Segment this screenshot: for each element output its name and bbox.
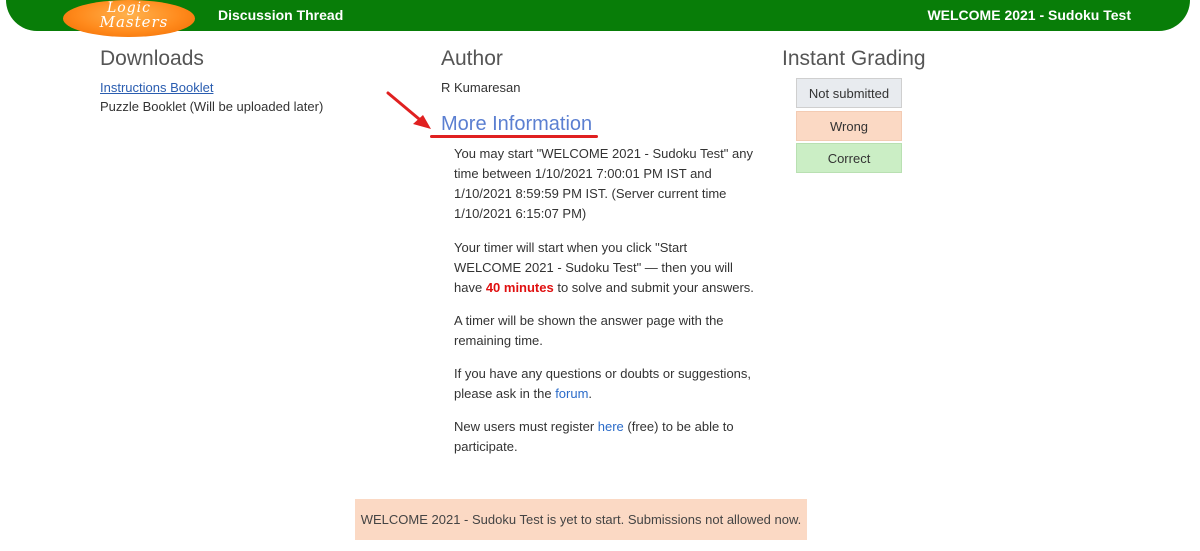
questions-text: If you have any questions or doubts or s… [454, 366, 752, 401]
legend-correct: Correct [796, 143, 902, 173]
contest-title: WELCOME 2021 - Sudoku Test [927, 7, 1131, 23]
status-banner: WELCOME 2021 - Sudoku Test is yet to sta… [355, 499, 807, 540]
annotation-underline [430, 135, 598, 138]
logo-text: Logic Masters [99, 0, 169, 31]
register-link[interactable]: here [598, 419, 624, 434]
remaining-time-text: A timer will be shown the answer page wi… [454, 313, 724, 348]
puzzle-booklet-text: Puzzle Booklet (Will be uploaded later) [100, 99, 324, 114]
downloads-heading: Downloads [100, 47, 204, 70]
annotation-arrow-icon [386, 91, 431, 129]
register-text: New users must register here (free) to b… [454, 419, 734, 454]
site-logo[interactable]: Logic Masters [63, 0, 195, 37]
duration-highlight: 40 minutes [485, 280, 554, 295]
legend-wrong: Wrong [796, 111, 902, 141]
instructions-booklet-link[interactable]: Instructions Booklet [100, 78, 213, 97]
legend-not-submitted: Not submitted [796, 78, 902, 108]
timer-text: Your timer will start when you click "St… [454, 240, 754, 295]
author-heading: Author [441, 47, 503, 70]
instant-grading-heading: Instant Grading [782, 47, 926, 70]
more-information-body: You may start "WELCOME 2021 - Sudoku Tes… [454, 144, 754, 470]
discussion-thread-link[interactable]: Discussion Thread [218, 7, 343, 23]
start-window-text: You may start "WELCOME 2021 - Sudoku Tes… [454, 146, 753, 221]
header-bar: Logic Masters Discussion Thread WELCOME … [6, 0, 1190, 37]
author-name: R Kumaresan [441, 80, 521, 95]
more-information-heading: More Information [441, 113, 593, 135]
forum-link[interactable]: forum [555, 386, 588, 401]
